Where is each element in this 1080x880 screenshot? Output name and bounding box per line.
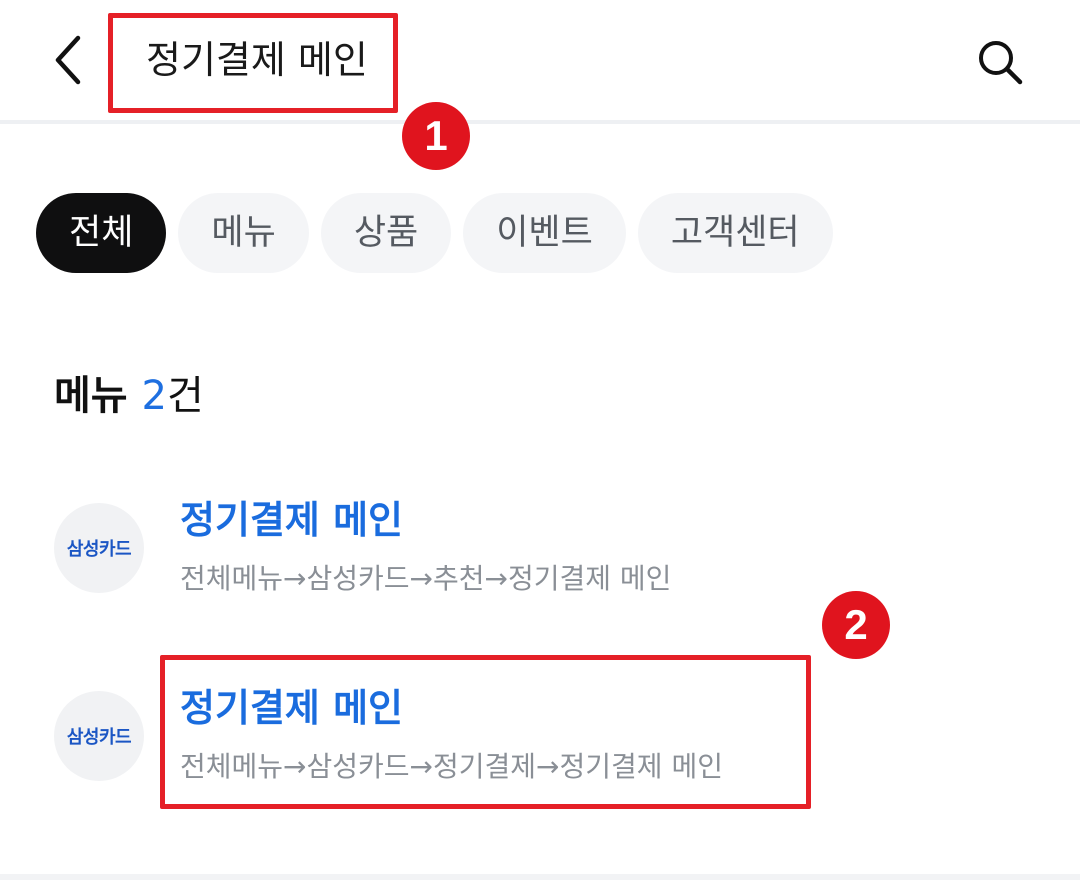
samsung-card-logo: 삼성카드 [54,503,144,593]
chevron-left-icon [55,35,81,85]
search-query-text[interactable]: 정기결제 메인 [146,34,368,86]
back-button[interactable] [40,30,96,90]
header-divider [0,120,1080,124]
result-path: 전체메뉴→삼성카드→추천→정기결제 메인 [180,562,672,595]
annotation-badge-1: 1 [402,102,470,170]
tab-customer-center[interactable]: 고객센터 [637,193,833,273]
tab-events[interactable]: 이벤트 [463,193,626,273]
section-title: 메뉴 2건 [54,368,204,424]
section-title-label: 메뉴 [54,373,128,419]
list-item[interactable]: 삼성카드 정기결제 메인 전체메뉴→삼성카드→추천→정기결제 메인 [54,498,954,623]
list-item[interactable]: 삼성카드 정기결제 메인 전체메뉴→삼성카드→정기결제→정기결제 메인 [54,686,954,811]
header-bar: 정기결제 메인 [0,0,1080,122]
search-icon [979,41,1023,85]
tab-products[interactable]: 상품 [320,193,452,273]
tab-all[interactable]: 전체 [36,193,167,273]
search-button[interactable] [968,30,1032,94]
result-count-unit: 건 [167,373,204,419]
result-title[interactable]: 정기결제 메인 [180,681,403,735]
result-title[interactable]: 정기결제 메인 [180,493,403,547]
tab-menu[interactable]: 메뉴 [178,193,309,273]
samsung-card-logo: 삼성카드 [54,691,144,781]
annotation-badge-2: 2 [822,591,890,659]
bottom-divider [0,874,1080,880]
result-count: 2 [141,373,167,419]
filter-tabs: 전체 메뉴 상품 이벤트 고객센터 [36,193,833,273]
result-path: 전체메뉴→삼성카드→정기결제→정기결제 메인 [180,750,723,783]
